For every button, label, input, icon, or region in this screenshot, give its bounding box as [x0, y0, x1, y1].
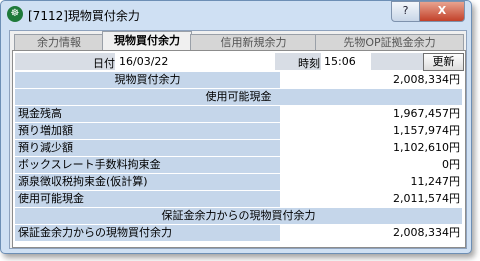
row-value: 1,967,457円 — [281, 106, 462, 122]
tab-cash-buying-power[interactable]: 現物買付余力 — [102, 31, 192, 50]
tab-bar: 余力情報 現物買付余力 信用新規余力 先物OP証拠金余力 — [10, 31, 466, 50]
margin-row: 保証金余力からの現物買付余力 2,008,334円 — [15, 225, 462, 242]
row-value: 11,247円 — [281, 174, 462, 190]
row-label: 現金残高 — [15, 106, 280, 122]
buying-power-row: 現物買付余力 2,008,334円 — [15, 72, 462, 89]
header-bar: 日付 16/03/22 時刻 15:06 更新 — [15, 53, 464, 71]
table-row: 現金残高 1,967,457円 — [15, 106, 462, 123]
row-value: 1,157,974円 — [281, 123, 462, 139]
close-button[interactable]: X — [419, 1, 465, 22]
tab-credit-new-power[interactable]: 信用新規余力 — [190, 34, 317, 50]
row-value: 2,011,574円 — [281, 191, 462, 207]
row-label: 預り増加額 — [15, 123, 280, 139]
date-field: 16/03/22 — [115, 53, 275, 70]
row-label: 預り減少額 — [15, 140, 280, 156]
main-window: ☸ [7112]現物買付余力 ? X 余力情報 現物買付余力 信用新規余力 先物… — [0, 0, 472, 254]
table-row: 源泉徴収税拘束金(仮計算) 11,247円 — [15, 174, 462, 191]
content-panel: 日付 16/03/22 時刻 15:06 更新 現物買付余力 2,008,334… — [12, 50, 466, 248]
time-field: 15:06 — [321, 53, 371, 70]
help-button[interactable]: ? — [391, 1, 420, 22]
client-area: 余力情報 現物買付余力 信用新規余力 先物OP証拠金余力 日付 16/03/22… — [9, 30, 467, 249]
row-value: 0円 — [281, 157, 462, 173]
table-row: 預り増加額 1,157,974円 — [15, 123, 462, 140]
table-row: ボックスレート手数料拘束金 0円 — [15, 157, 462, 174]
row-label: ボックスレート手数料拘束金 — [15, 157, 280, 173]
row-label: 使用可能現金 — [15, 191, 280, 207]
update-button[interactable]: 更新 — [423, 53, 464, 71]
window-title: [7112]現物買付余力 — [28, 9, 140, 23]
title-bar[interactable]: ☸ [7112]現物買付余力 ? X — [1, 1, 471, 29]
buying-power-value: 2,008,334円 — [281, 72, 462, 88]
app-icon: ☸ — [7, 6, 23, 22]
row-label: 源泉徴収税拘束金(仮計算) — [15, 174, 280, 190]
margin-row-value: 2,008,334円 — [281, 225, 462, 241]
table-row: 使用可能現金 2,011,574円 — [15, 191, 462, 208]
date-label: 日付 — [93, 57, 115, 70]
time-label: 時刻 — [298, 57, 320, 70]
tab-margin-info[interactable]: 余力情報 — [14, 34, 104, 50]
table-row: 預り減少額 1,102,610円 — [15, 140, 462, 157]
row-value: 1,102,610円 — [281, 140, 462, 156]
date-value: 16/03/22 — [119, 55, 169, 68]
available-cash-section: 使用可能現金 — [15, 89, 462, 106]
margin-section: 保証金余力からの現物買付余力 — [15, 208, 462, 225]
time-value: 15:06 — [324, 55, 356, 68]
margin-row-label: 保証金余力からの現物買付余力 — [15, 225, 280, 241]
buying-power-label: 現物買付余力 — [15, 72, 280, 88]
tab-futures-op-margin[interactable]: 先物OP証拠金余力 — [315, 34, 464, 50]
